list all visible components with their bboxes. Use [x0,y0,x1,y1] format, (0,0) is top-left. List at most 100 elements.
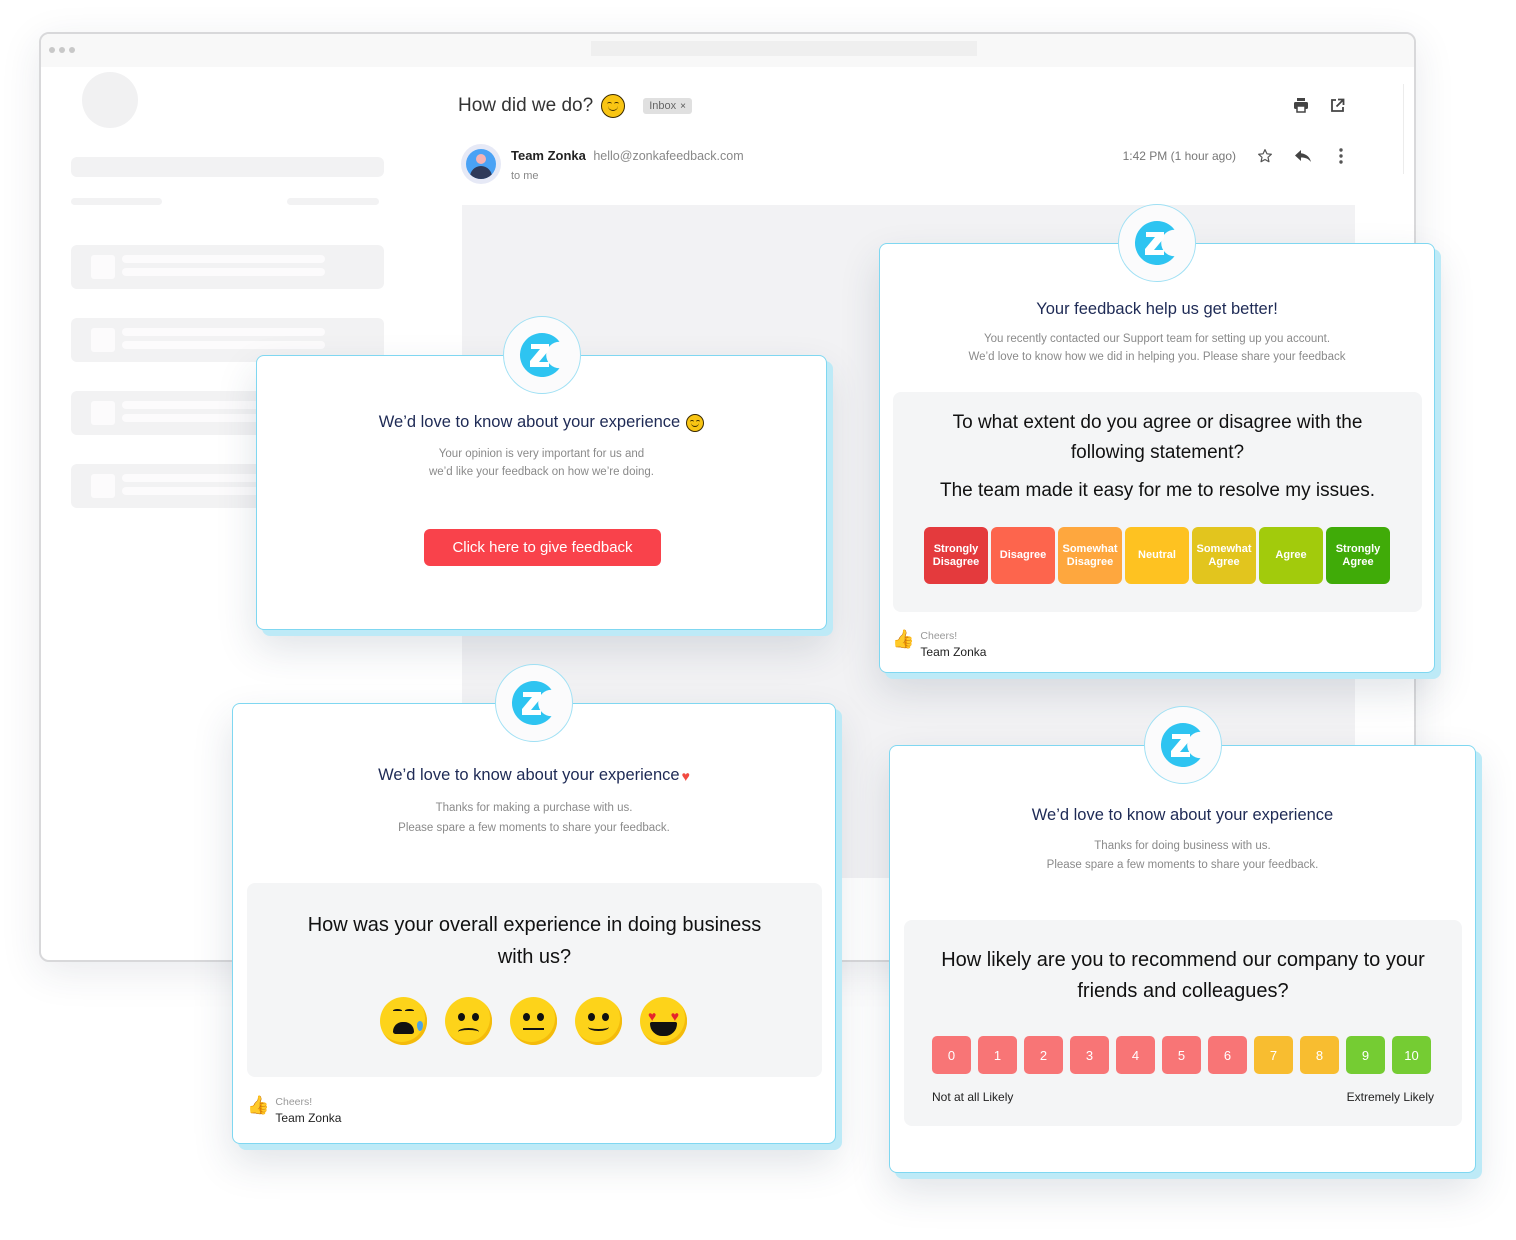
signoff-team: Team Zonka [920,645,987,659]
sender-email: hello@zonkafeedback.com [593,149,744,163]
card-title-text: We’d love to know about your experience [378,766,680,784]
remove-label-icon[interactable]: × [680,101,686,112]
nps-option[interactable]: 2 [1024,1036,1063,1074]
signoff-text: Cheers! [920,630,958,642]
likert-option-label: Disagree [999,549,1047,561]
likert-option[interactable]: Somewhat Disagree [1058,527,1122,584]
placeholder-line [71,198,162,205]
emoji-rating: ♥ ♥ [380,997,687,1045]
likert-option[interactable]: Strongly Agree [1326,527,1390,584]
zonka-logo-icon [1134,220,1175,265]
nps-option[interactable]: 6 [1208,1036,1247,1074]
sender-block: Team Zonka hello@zonkafeedback.com to me [461,144,744,184]
heart-eyes-face-icon[interactable]: ♥ ♥ [640,997,687,1045]
email-subject: How did we do? Inbox × [458,94,692,118]
recipient-line[interactable]: to me [511,170,744,182]
subtitle-line: Please spare a few moments to share your… [1046,859,1319,871]
subtitle-line: we’d like your feedback on how we’re doi… [428,466,655,478]
likert-option[interactable]: Agree [1259,527,1323,584]
card-title: We’d love to know about your experience ♥ [233,766,835,785]
likert-option-label: Agree [1208,555,1240,568]
thumbs-up-icon: 👍 [892,629,915,649]
subject-text: How did we do? [458,95,594,116]
survey-card-likert: Your feedback help us get better! You re… [879,204,1435,673]
address-bar-placeholder[interactable] [591,41,977,56]
crying-face-icon[interactable] [380,997,427,1045]
sidebar-avatar-placeholder [82,72,138,128]
likert-option[interactable]: Strongly Disagree [924,527,988,584]
card-subtitle: Your opinion is very important for us an… [257,445,826,481]
placeholder-line [287,198,379,205]
card-title: We’d love to know about your experience [257,413,826,432]
nps-option[interactable]: 10 [1392,1036,1431,1074]
divider [1403,84,1404,174]
card-subtitle: Thanks for doing business with us. Pleas… [890,837,1475,875]
sad-face-icon[interactable] [445,997,492,1045]
thumbs-up-icon: 👍 [247,1095,270,1115]
likert-option[interactable]: Disagree [991,527,1055,584]
email-toolbar [1292,96,1346,114]
subtitle-line: Thanks for making a purchase with us. [435,802,633,814]
likert-option-label: Agree [1275,549,1307,561]
nps-high-label: Extremely Likely [1346,1090,1434,1104]
likert-option-label: Neutral [1138,549,1176,561]
question-box: To what extent do you agree or disagree … [893,392,1422,612]
nps-option[interactable]: 8 [1300,1036,1339,1074]
star-icon[interactable] [1256,147,1274,165]
question-text: How likely are you to recommend our comp… [941,949,1425,1002]
email-timestamp: 1:42 PM (1 hour ago) [1122,149,1236,163]
likert-option-label: Disagree [1066,555,1114,568]
zonka-logo-icon [1160,723,1200,767]
statement-text: The team made it easy for me to resolve … [939,480,1376,501]
question-text: To what extent do you agree or disagree … [952,412,1363,463]
subtitle-line: We’d love to know how we did in helping … [968,351,1346,363]
subtitle-line: Thanks for doing business with us. [1094,840,1271,852]
zonka-logo-icon [519,333,559,377]
likert-option-label: Disagree [932,555,980,568]
likert-option[interactable]: Neutral [1125,527,1189,584]
smiling-face-icon [686,413,705,432]
nps-low-label: Not at all Likely [932,1090,1014,1104]
nps-option[interactable]: 1 [978,1036,1017,1074]
list-item-placeholder[interactable] [71,245,384,289]
survey-card-cta: We’d love to know about your experience … [256,316,827,630]
likert-option-label: Agree [1342,555,1374,568]
nps-option[interactable]: 7 [1254,1036,1293,1074]
give-feedback-button[interactable]: Click here to give feedback [424,529,661,566]
likert-option[interactable]: Somewhat Agree [1192,527,1256,584]
compose-placeholder[interactable] [71,157,384,177]
zonka-logo [1118,204,1196,282]
print-icon[interactable] [1292,96,1310,114]
question-text: How was your overall experience in doing… [307,914,762,968]
likert-option-label: Somewhat [1196,542,1252,555]
heart-icon: ♥ [681,767,690,784]
nps-option[interactable]: 3 [1070,1036,1109,1074]
nps-scale: 0 1 2 3 4 5 6 7 8 9 10 [932,1036,1431,1074]
more-vertical-icon[interactable] [1332,147,1350,165]
signoff-team: Team Zonka [275,1111,342,1125]
card-title: Your feedback help us get better! [1036,300,1278,318]
nps-option[interactable]: 4 [1116,1036,1155,1074]
neutral-face-icon[interactable] [510,997,557,1045]
sender-avatar[interactable] [461,144,501,184]
likert-option-label: Strongly [933,542,979,555]
email-meta: 1:42 PM (1 hour ago) [1123,147,1350,165]
card-subtitle: You recently contacted our Support team … [880,330,1434,366]
nps-option[interactable]: 0 [932,1036,971,1074]
open-in-new-window-icon[interactable] [1328,96,1346,114]
card-title: We’d love to know about your experience [1031,806,1334,824]
reply-icon[interactable] [1294,147,1312,165]
likert-scale: Strongly Disagree Disagree Somewhat Disagree… [924,527,1390,584]
question-box: How was your overall experience in doing… [247,883,822,1077]
window-controls[interactable] [49,47,75,53]
smiling-face-icon [601,94,626,118]
smiling-face-icon[interactable] [575,997,622,1045]
nps-option[interactable]: 5 [1162,1036,1201,1074]
question-box: How likely are you to recommend our comp… [904,920,1462,1126]
zonka-logo [1143,706,1222,784]
survey-card-nps: We’d love to know about your experience … [889,706,1476,1173]
signoff: 👍 Cheers! Team Zonka [247,1096,341,1125]
zonka-logo [502,316,581,394]
nps-option[interactable]: 9 [1346,1036,1385,1074]
likert-option-label: Strongly [1335,542,1381,555]
